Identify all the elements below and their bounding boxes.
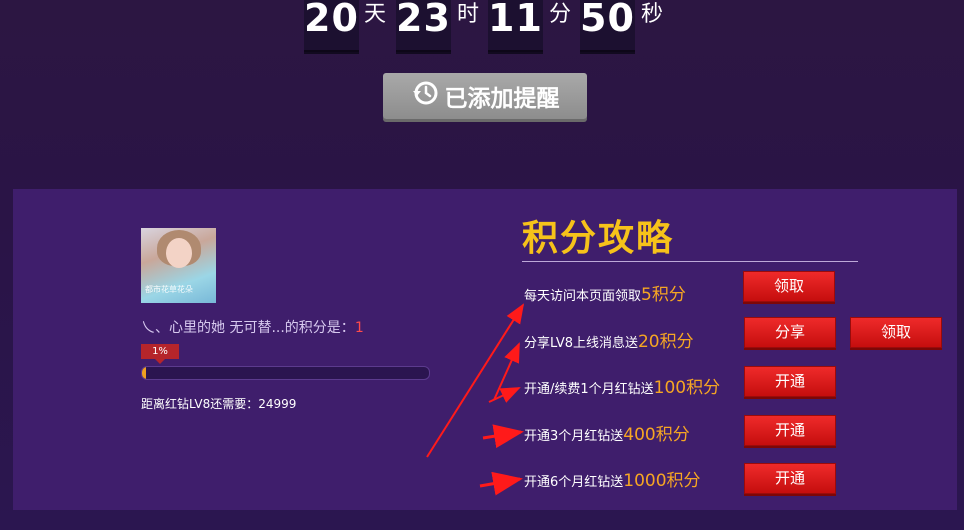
arrow-to-task-3 xyxy=(488,387,521,403)
arrow-to-task-4 xyxy=(482,424,524,449)
arrow-to-task-2 xyxy=(493,342,520,401)
arrow-to-task-5 xyxy=(479,471,523,496)
annotation-arrows xyxy=(426,303,525,496)
